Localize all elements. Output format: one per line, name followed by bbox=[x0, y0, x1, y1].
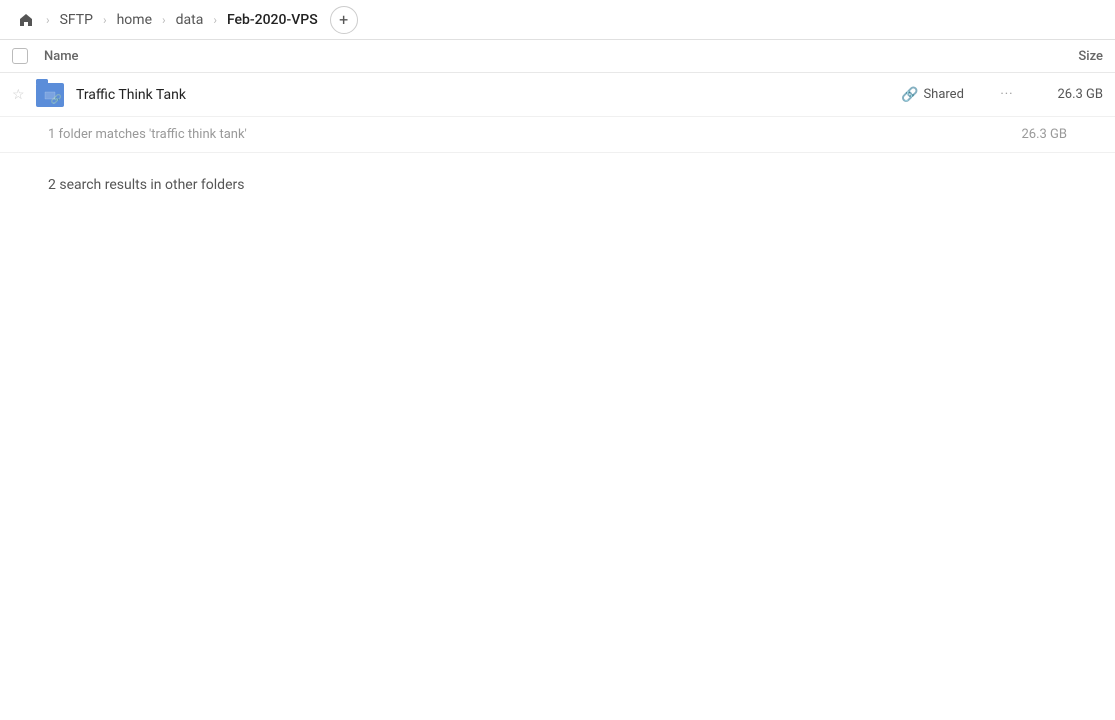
folder-icon: 🔗 bbox=[36, 83, 68, 107]
total-size: 26.3 GB bbox=[1021, 127, 1067, 142]
sep-3: › bbox=[213, 13, 217, 27]
add-button[interactable]: + bbox=[330, 6, 358, 34]
toolbar: › SFTP › home › data › Feb-2020-VPS + bbox=[0, 0, 1115, 40]
sep-2: › bbox=[162, 13, 166, 27]
select-all-checkbox[interactable] bbox=[12, 48, 44, 64]
star-icon[interactable]: ☆ bbox=[12, 87, 36, 103]
other-folders-heading: 2 search results in other folders bbox=[0, 153, 1115, 205]
folder-name: Traffic Think Tank bbox=[68, 87, 901, 103]
sep-1: › bbox=[103, 13, 107, 27]
breadcrumb-home[interactable]: home bbox=[113, 10, 156, 30]
breadcrumb-feb2020vps[interactable]: Feb-2020-VPS bbox=[223, 10, 322, 30]
name-column-header: Name bbox=[44, 49, 1003, 64]
summary-row: 1 folder matches 'traffic think tank' 26… bbox=[0, 117, 1115, 153]
file-size: 26.3 GB bbox=[1023, 87, 1103, 102]
breadcrumb-sftp[interactable]: SFTP bbox=[56, 10, 97, 30]
size-column-header: Size bbox=[1003, 49, 1103, 64]
shared-badge: 🔗 Shared bbox=[901, 87, 991, 103]
shared-label: Shared bbox=[923, 87, 963, 102]
breadcrumb-data[interactable]: data bbox=[172, 10, 208, 30]
table-row[interactable]: ☆ 🔗 Traffic Think Tank 🔗 Shared ··· 26.3… bbox=[0, 73, 1115, 117]
matches-text: 1 folder matches 'traffic think tank' bbox=[48, 127, 247, 142]
home-button[interactable] bbox=[12, 6, 40, 34]
link-icon: 🔗 bbox=[901, 87, 918, 103]
more-options-button[interactable]: ··· bbox=[991, 87, 1023, 102]
sep-0: › bbox=[46, 13, 50, 27]
column-headers: Name Size bbox=[0, 40, 1115, 73]
